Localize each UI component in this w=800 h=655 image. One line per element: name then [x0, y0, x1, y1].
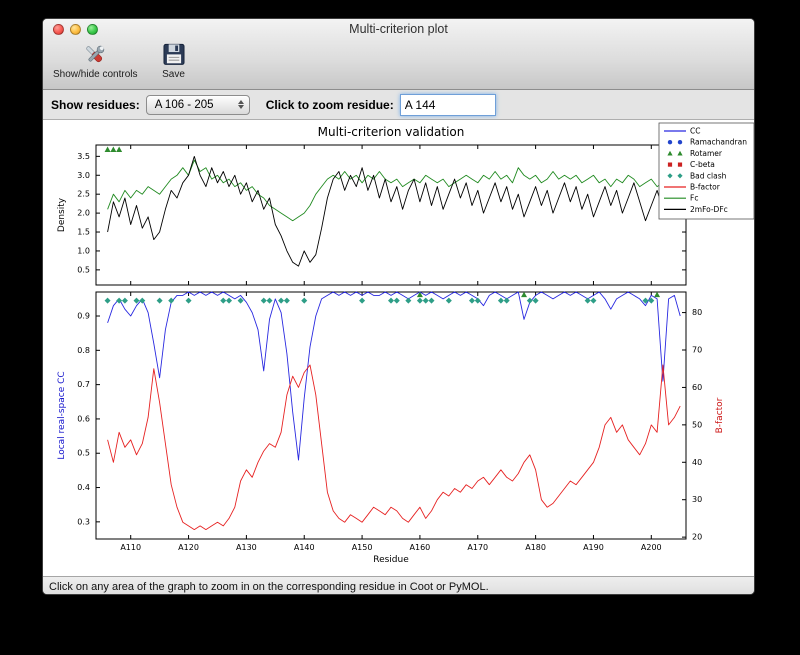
show-hide-controls-label: Show/hide controls [53, 69, 138, 80]
zoom-residue-input[interactable] [399, 93, 496, 116]
app-window: Multi-criterion plot Show/hide controls … [42, 18, 755, 595]
show-hide-controls-button[interactable]: Show/hide controls [53, 42, 138, 80]
svg-text:80: 80 [692, 308, 702, 317]
svg-text:2mFo-DFc: 2mFo-DFc [690, 205, 728, 214]
svg-text:B-factor: B-factor [690, 183, 721, 192]
plot-area[interactable]: Multi-criterion validation 0.5 1.0 1.5 2.0 2.… [43, 120, 754, 576]
svg-text:0.7: 0.7 [77, 380, 90, 389]
svg-text:A170: A170 [467, 543, 488, 552]
svg-text:A190: A190 [583, 543, 604, 552]
titlebar[interactable]: Multi-criterion plot [43, 19, 754, 40]
svg-text:1.5: 1.5 [77, 228, 90, 237]
svg-text:60: 60 [692, 383, 702, 392]
stepper-arrows-icon [237, 100, 244, 109]
svg-text:A150: A150 [352, 543, 373, 552]
tools-icon [86, 45, 105, 63]
svg-text:30: 30 [692, 495, 702, 504]
svg-text:Density: Density [57, 197, 67, 232]
show-residues-label: Show residues: [51, 97, 140, 112]
zoom-residue-label: Click to zoom residue: [265, 97, 394, 112]
save-icon [162, 43, 185, 65]
svg-text:0.8: 0.8 [77, 346, 90, 355]
svg-text:A140: A140 [294, 543, 315, 552]
svg-text:2.0: 2.0 [77, 209, 90, 218]
status-text: Click on any area of the graph to zoom i… [49, 580, 489, 593]
svg-text:A200: A200 [641, 543, 662, 552]
svg-text:0.9: 0.9 [77, 312, 90, 321]
svg-text:0.6: 0.6 [77, 414, 90, 423]
svg-text:70: 70 [692, 346, 702, 355]
svg-text:CC: CC [690, 127, 700, 136]
screen-background: Multi-criterion plot Show/hide controls … [0, 0, 800, 655]
svg-text:50: 50 [692, 420, 702, 429]
svg-text:A120: A120 [178, 543, 199, 552]
svg-text:1.0: 1.0 [77, 246, 90, 255]
svg-text:Fc: Fc [690, 194, 698, 203]
status-bar: Click on any area of the graph to zoom i… [43, 576, 754, 594]
svg-text:A160: A160 [410, 543, 431, 552]
window-header: Multi-criterion plot Show/hide controls … [43, 19, 754, 90]
svg-text:0.5: 0.5 [77, 265, 90, 274]
svg-text:Local real-space CC: Local real-space CC [57, 371, 67, 459]
svg-text:0.3: 0.3 [77, 517, 90, 526]
svg-text:2.5: 2.5 [77, 190, 90, 199]
svg-text:Rotamer: Rotamer [690, 149, 723, 158]
svg-text:A180: A180 [525, 543, 546, 552]
toolbar: Show/hide controls Save [53, 42, 186, 80]
svg-text:3.5: 3.5 [77, 152, 90, 161]
controls-bar: Show residues: A 106 - 205 Click to zoom… [43, 90, 754, 120]
window-title: Multi-criterion plot [349, 22, 448, 36]
multi-criterion-plot[interactable]: Multi-criterion validation 0.5 1.0 1.5 2.0 2.… [43, 120, 755, 576]
svg-text:C-beta: C-beta [690, 160, 715, 169]
residue-range-select[interactable]: A 106 - 205 [145, 94, 250, 115]
svg-text:3.0: 3.0 [77, 171, 90, 180]
svg-text:A130: A130 [236, 543, 257, 552]
svg-text:Residue: Residue [373, 555, 409, 565]
svg-text:A110: A110 [120, 543, 141, 552]
svg-text:20: 20 [692, 533, 702, 542]
svg-text:0.5: 0.5 [77, 449, 90, 458]
svg-text:Bad clash: Bad clash [690, 171, 727, 180]
residue-range-value: A 106 - 205 [154, 98, 214, 111]
svg-text:B-factor: B-factor [715, 397, 725, 433]
svg-text:0.4: 0.4 [77, 483, 90, 492]
save-label: Save [162, 69, 185, 80]
svg-text:Multi-criterion validation: Multi-criterion validation [318, 125, 465, 139]
save-button[interactable]: Save [162, 42, 186, 80]
svg-text:Ramachandran: Ramachandran [690, 138, 747, 147]
svg-text:40: 40 [692, 458, 702, 467]
